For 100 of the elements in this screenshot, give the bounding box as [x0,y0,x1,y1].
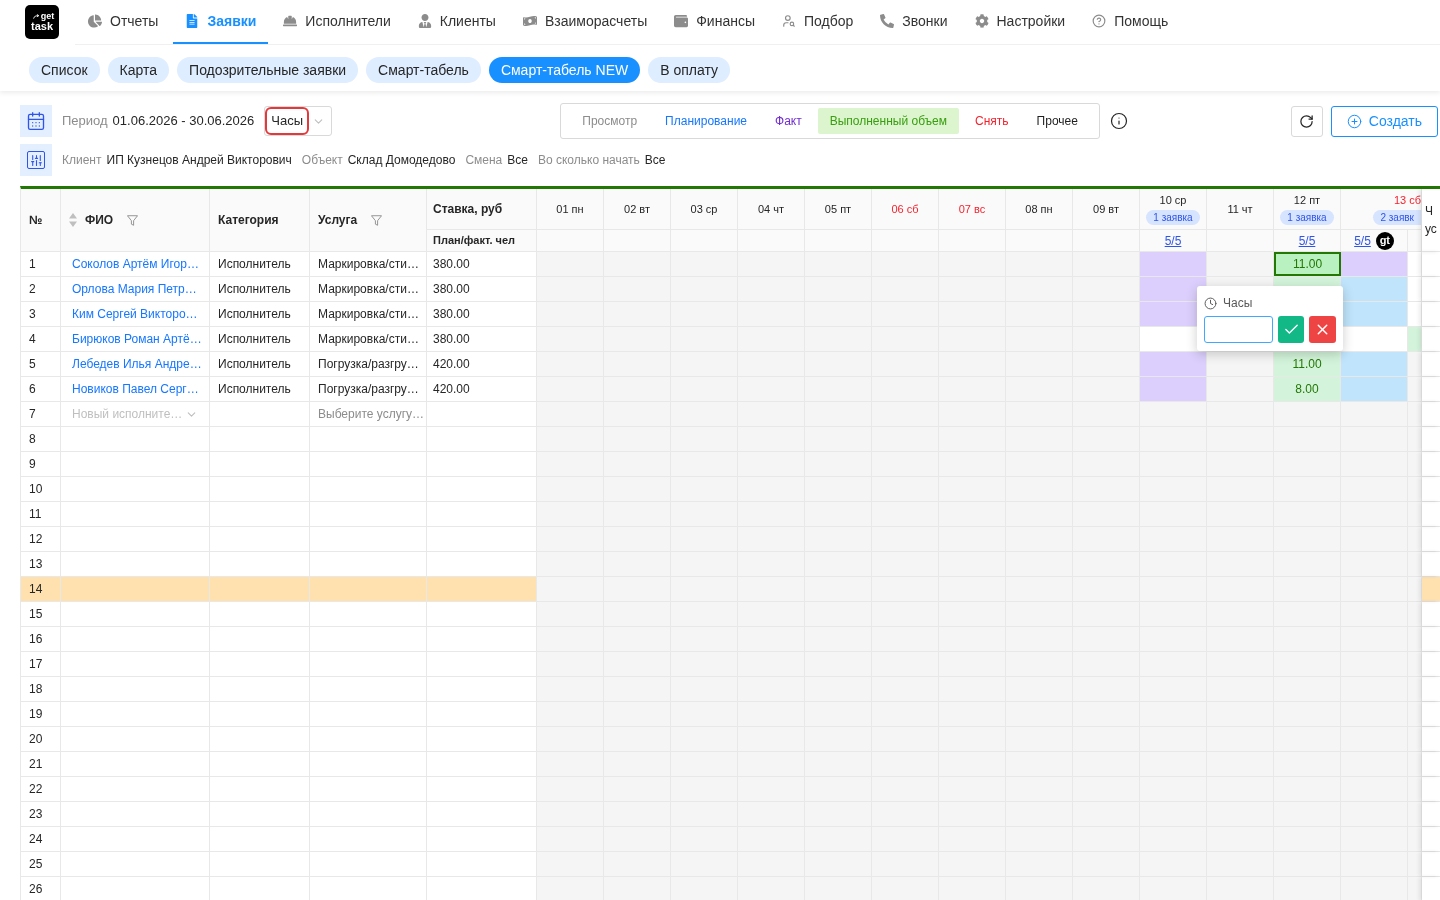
table-cell[interactable] [1207,252,1274,276]
table-cell[interactable] [1140,252,1207,276]
table-cell[interactable] [1408,877,1422,900]
table-cell[interactable] [1140,277,1207,301]
unit-select[interactable]: Часы [264,106,333,136]
nav-tab[interactable]: Звонки [868,0,960,44]
nav-tab[interactable]: Отчеты [76,0,171,44]
refresh-button[interactable] [1290,105,1323,137]
table-cell[interactable] [1408,777,1422,801]
table-cell[interactable] [1408,402,1422,426]
view-tab[interactable]: Подозрительные заявки [177,57,359,83]
request-tag[interactable]: 1 заявка [1280,209,1334,225]
nav-tab[interactable]: Финансы [662,0,767,44]
table-cell[interactable] [1140,377,1207,401]
name-link[interactable]: Бирюков Роман Артё… [72,330,202,348]
table-cell[interactable] [1341,302,1408,326]
table-cell[interactable] [1408,602,1422,626]
view-tab[interactable]: Список [29,57,100,83]
nav-tab[interactable]: Исполнители [271,0,403,44]
name-link[interactable]: Орлова Мария Петр… [72,280,197,298]
mode-tab[interactable]: Выполненный объем [817,108,960,134]
nav-tab[interactable]: Настройки [962,0,1078,44]
count-link[interactable]: 5/5 [1298,231,1316,250]
table-cell[interactable] [1408,802,1422,826]
table-cell[interactable] [1408,727,1422,751]
table-cell[interactable] [1408,652,1422,676]
service-select[interactable]: Выберите услугу… [318,405,425,423]
table-cell[interactable] [1408,552,1422,576]
name-link[interactable]: Ким Сергей Викторо… [72,305,198,323]
info-icon[interactable] [1109,112,1128,130]
table-cell[interactable] [1073,377,1140,401]
table-cell[interactable] [1207,352,1274,376]
logo[interactable]: get task [25,5,59,39]
table-cell[interactable] [1207,402,1274,426]
filter-icon[interactable] [371,214,383,226]
table-cell[interactable] [1408,352,1422,376]
nav-tab[interactable]: Взаиморасчеты [510,0,660,44]
table-cell[interactable] [1140,402,1207,426]
table-cell[interactable] [1341,277,1408,301]
table-cell[interactable] [1408,752,1422,776]
sort-icon[interactable] [69,213,77,227]
table-cell[interactable] [1408,702,1422,726]
name-link[interactable]: Лебедев Илья Андре… [72,355,202,373]
table-cell[interactable] [1341,252,1408,276]
view-tab[interactable]: Карта [107,57,170,83]
table-cell[interactable] [1408,427,1422,451]
view-tab[interactable]: В оплату [648,57,730,83]
name-link[interactable]: Новиков Павел Серг… [72,380,199,398]
table-cell[interactable] [1408,377,1422,401]
create-button[interactable]: Создать [1330,105,1438,137]
request-tag[interactable]: 2 заявк [1373,209,1421,225]
table-cell[interactable] [1073,327,1140,351]
nav-tab[interactable]: Помощь [1080,0,1181,44]
calendar-icon[interactable] [20,105,52,137]
table-cell[interactable] [1408,452,1422,476]
cancel-button[interactable] [1309,316,1336,343]
table-cell[interactable] [1408,527,1422,551]
nav-tab[interactable]: Клиенты [405,0,508,44]
table-cell[interactable] [1274,402,1341,426]
table-cell[interactable] [1073,402,1140,426]
view-tab[interactable]: Смарт-табель NEW [488,57,641,83]
view-tab[interactable]: Смарт-табель [366,57,481,83]
table-cell[interactable] [1408,827,1422,851]
table-cell[interactable] [1341,352,1408,376]
table-cell[interactable] [537,577,604,601]
table-cell[interactable] [537,552,604,576]
table-cell[interactable] [1073,277,1140,301]
mode-tab[interactable]: Снять [963,108,1021,134]
name-link[interactable]: Соколов Артём Игор… [72,255,199,273]
table-cell[interactable] [1408,577,1422,601]
hours-cell[interactable]: 11.00 [1274,352,1341,376]
table-cell[interactable] [1408,502,1422,526]
sliders-icon[interactable] [20,144,52,176]
hours-input[interactable] [1204,316,1273,343]
confirm-button[interactable] [1278,316,1304,343]
table-cell[interactable] [1207,377,1274,401]
mode-tab[interactable]: Планирование [653,108,759,134]
table-cell[interactable] [1408,852,1422,876]
hours-cell[interactable]: 8.00 [1274,377,1341,401]
nav-tab[interactable]: Подбор [770,0,866,44]
table-cell[interactable] [1140,352,1207,376]
mode-tab[interactable]: Просмотр [570,108,650,134]
table-cell[interactable] [1073,352,1140,376]
table-cell[interactable] [1408,627,1422,651]
nav-tab[interactable]: Заявки [173,0,269,44]
table-cell[interactable] [1341,377,1408,401]
count-link[interactable]: 5/5 [1354,231,1371,250]
request-tag[interactable]: 1 заявка [1146,209,1200,225]
table-cell[interactable] [1408,327,1422,351]
filter-icon[interactable] [127,214,139,226]
mode-tab[interactable]: Факт [763,108,814,134]
table-cell[interactable] [1341,402,1408,426]
table-cell[interactable] [537,602,604,626]
table-cell[interactable] [1073,302,1140,326]
count-link[interactable]: 5/5 [1164,231,1182,250]
table-cell[interactable] [1408,677,1422,701]
table-cell[interactable] [1408,477,1422,501]
table-cell[interactable] [1073,252,1140,276]
hours-cell[interactable]: 11.00 [1274,252,1341,276]
mode-tab[interactable]: Прочее [1024,108,1090,134]
